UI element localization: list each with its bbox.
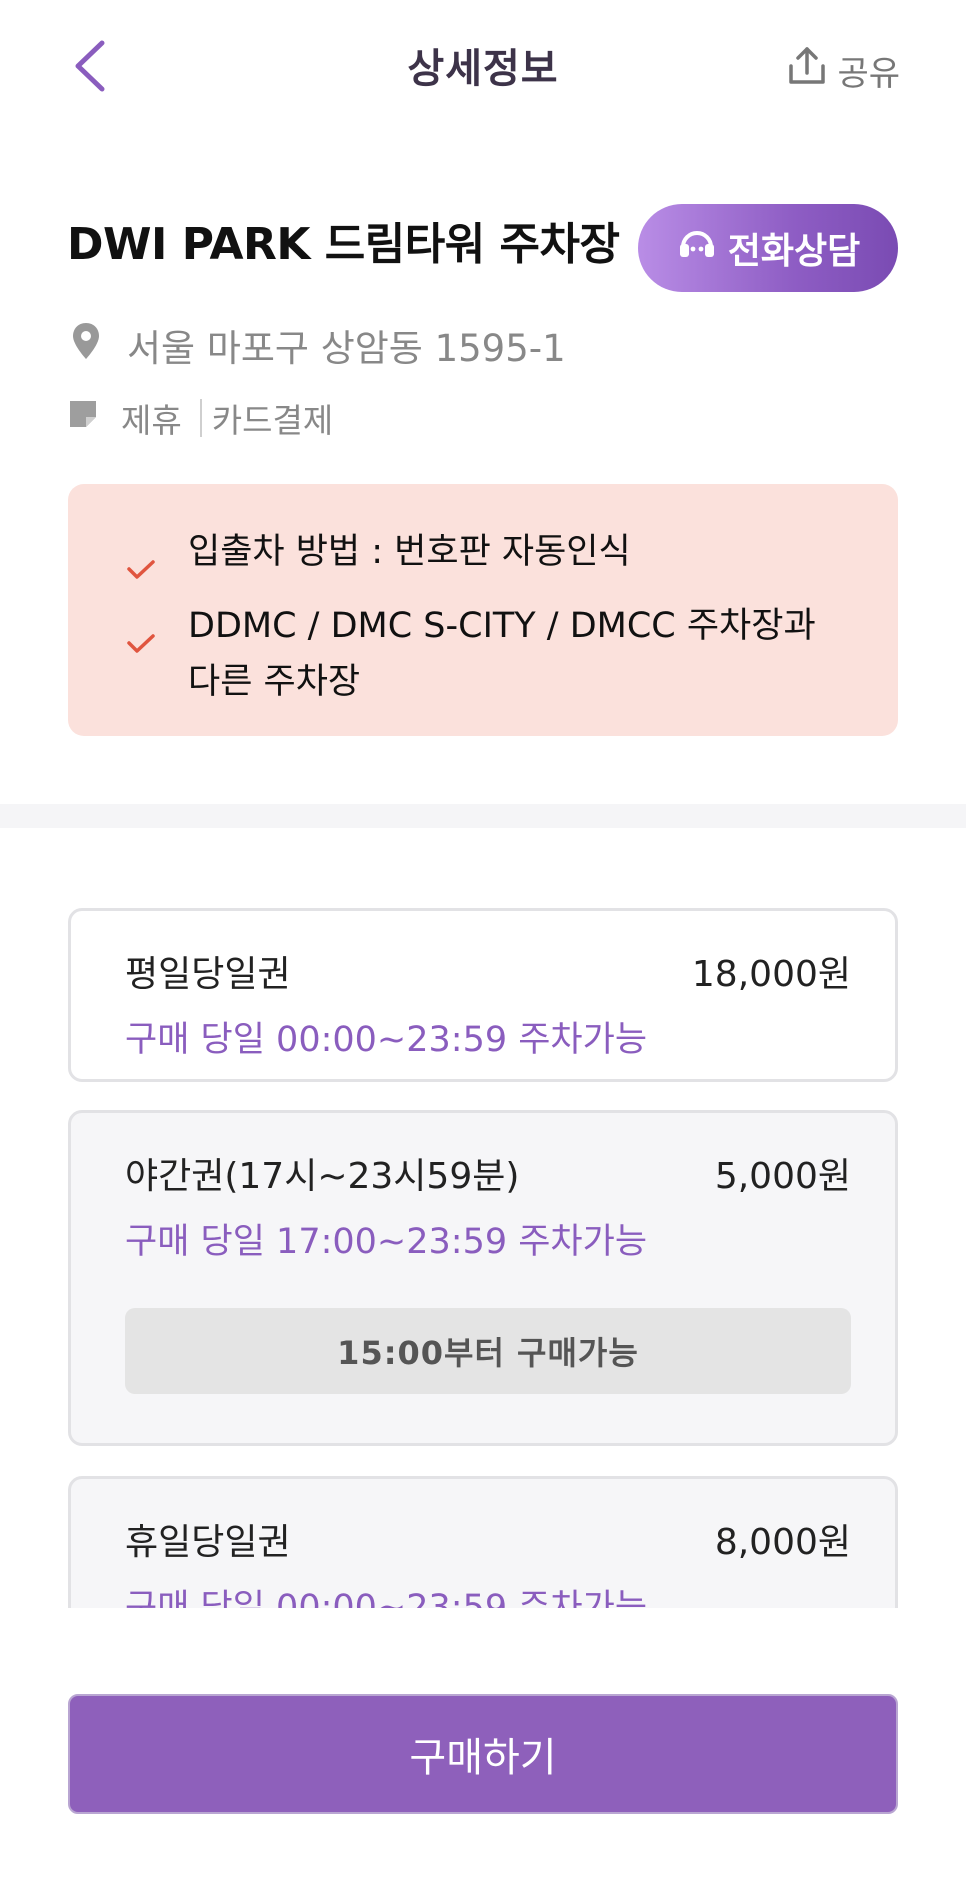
address-text: 서울 마포구 상암동 1595-1 bbox=[127, 327, 566, 370]
product-list[interactable]: 평일당일권 18,000원 구매 당일 00:00~23:59 주차가능 야간권… bbox=[0, 828, 966, 1608]
share-label: 공유 bbox=[837, 54, 900, 94]
notice-item: DDMC / DMC S-CITY / DMCC 주차장과 다른 주차장 bbox=[126, 598, 858, 710]
product-header: 평일당일권 18,000원 bbox=[125, 945, 851, 997]
bottom-bar: 구매하기 bbox=[0, 1608, 966, 1878]
tag-card-payment: 카드결제 bbox=[211, 401, 334, 440]
product-desc: 구매 당일 00:00~23:59 주차가능 bbox=[125, 1588, 648, 1608]
notice-text: 입출차 방법 : 번호판 자동인식 bbox=[188, 532, 631, 572]
check-icon bbox=[126, 598, 156, 672]
product-name: 야간권(17시~23시59분) bbox=[125, 1156, 520, 1197]
headset-icon bbox=[676, 223, 718, 274]
tag-icon bbox=[67, 398, 99, 438]
product-header: 휴일당일권 8,000원 bbox=[125, 1513, 851, 1565]
notice-item: 입출차 방법 : 번호판 자동인식 bbox=[126, 524, 858, 598]
product-header: 야간권(17시~23시59분) 5,000원 bbox=[125, 1147, 851, 1199]
product-price: 18,000원 bbox=[691, 954, 851, 995]
phone-consult-button[interactable]: 전화상담 bbox=[638, 204, 898, 292]
notice-box: 입출차 방법 : 번호판 자동인식 DDMC / DMC S-CITY / DM… bbox=[68, 484, 898, 736]
purchase-unavailable-button: 15:00부터 구매가능 bbox=[125, 1308, 851, 1394]
parking-lot-name: DWI PARK 드림타워 주차장 bbox=[67, 219, 620, 270]
check-icon bbox=[126, 524, 156, 598]
section-divider bbox=[0, 804, 966, 828]
tags-row: 제휴 카드결제 bbox=[67, 394, 333, 442]
product-card-weekday[interactable]: 평일당일권 18,000원 구매 당일 00:00~23:59 주차가능 bbox=[68, 908, 898, 1082]
tag-divider bbox=[199, 399, 202, 437]
product-desc: 구매 당일 17:00~23:59 주차가능 bbox=[125, 1222, 648, 1262]
product-price: 8,000원 bbox=[714, 1522, 851, 1563]
tag-partner: 제휴 bbox=[121, 401, 182, 440]
product-desc: 구매 당일 00:00~23:59 주차가능 bbox=[125, 1020, 648, 1060]
notice-text: DDMC / DMC S-CITY / DMCC 주차장과 다른 주차장 bbox=[188, 606, 816, 702]
buy-button[interactable]: 구매하기 bbox=[68, 1694, 898, 1814]
product-card-night[interactable]: 야간권(17시~23시59분) 5,000원 구매 당일 17:00~23:59… bbox=[68, 1110, 898, 1446]
product-card-holiday[interactable]: 휴일당일권 8,000원 구매 당일 00:00~23:59 주차가능 bbox=[68, 1476, 898, 1608]
location-pin-icon bbox=[67, 321, 105, 370]
phone-consult-label: 전화상담 bbox=[727, 231, 861, 272]
share-icon bbox=[785, 44, 829, 97]
address-row: 서울 마포구 상암동 1595-1 bbox=[67, 318, 566, 372]
product-name: 휴일당일권 bbox=[125, 1522, 291, 1563]
product-name: 평일당일권 bbox=[125, 954, 291, 995]
share-button[interactable]: 공유 bbox=[785, 44, 900, 97]
app-header: 상세정보 공유 bbox=[0, 0, 966, 140]
product-price: 5,000원 bbox=[714, 1156, 851, 1197]
